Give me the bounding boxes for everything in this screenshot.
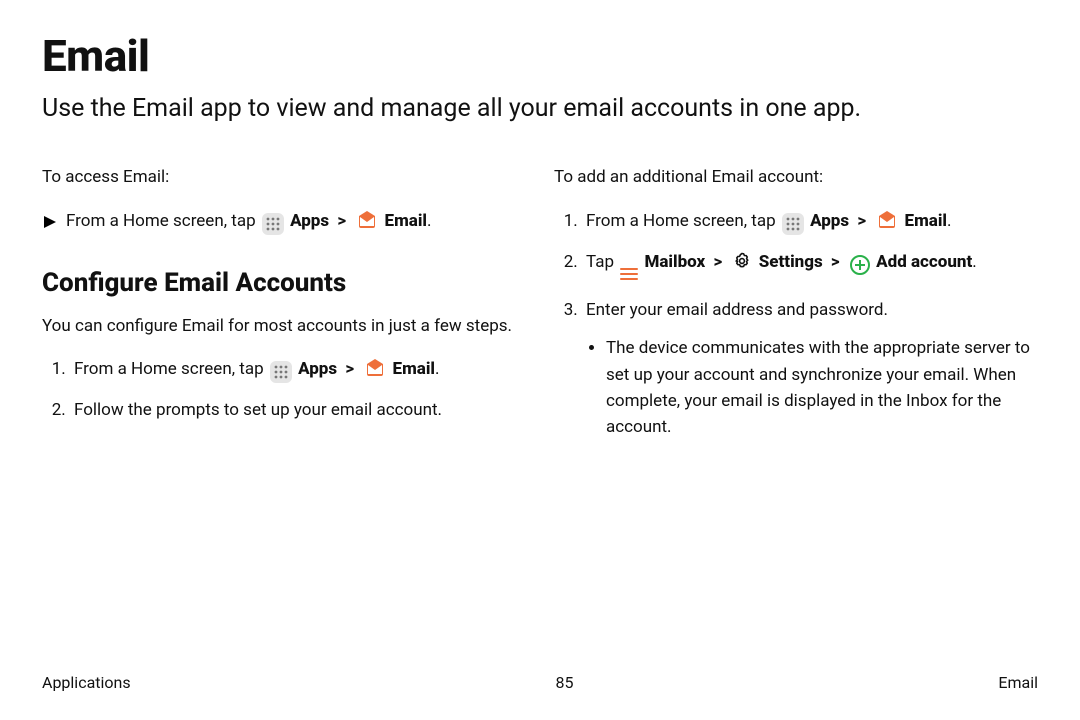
apps-label: Apps xyxy=(290,211,329,231)
footer-page-number: 85 xyxy=(556,673,574,692)
configure-heading: Configure Email Accounts xyxy=(42,263,526,303)
email-icon xyxy=(876,209,898,231)
add-account-label: Add account xyxy=(876,252,972,272)
add-label: To add an additional Email account: xyxy=(554,164,1038,190)
add-step-3: Enter your email address and password. T… xyxy=(582,297,1038,441)
add-step-3-sublist: The device communicates with the appropr… xyxy=(586,335,1038,440)
configure-steps: From a Home screen, tap Apps > Email. xyxy=(42,356,526,423)
triangle-bullet-icon xyxy=(44,216,56,228)
left-column: To access Email: From a Home screen, tap… xyxy=(42,164,526,455)
access-step-text: From a Home screen, tap Apps > Email. xyxy=(66,208,432,235)
columns: To access Email: From a Home screen, tap… xyxy=(42,164,1038,455)
access-label: To access Email: xyxy=(42,164,526,190)
configure-step-1: From a Home screen, tap Apps > Email. xyxy=(70,356,526,383)
apps-icon xyxy=(270,361,292,383)
email-label: Email xyxy=(905,211,947,231)
footer-left: Applications xyxy=(42,673,131,692)
email-label: Email xyxy=(385,211,427,231)
mailbox-icon xyxy=(620,265,638,283)
apps-icon xyxy=(782,213,804,235)
apps-label: Apps xyxy=(810,211,849,231)
add-account-icon xyxy=(850,255,870,275)
page-title: Email xyxy=(42,30,1038,82)
configure-step-2: Follow the prompts to set up your email … xyxy=(70,397,526,423)
settings-label: Settings xyxy=(759,252,823,272)
add-step-2: Tap Mailbox > Settings > Add account. xyxy=(582,249,1038,283)
add-steps: From a Home screen, tap Apps > Email. xyxy=(554,208,1038,441)
lead-text: Use the Email app to view and manage all… xyxy=(42,92,1038,126)
email-icon xyxy=(364,357,386,379)
email-label: Email xyxy=(393,359,435,379)
email-icon xyxy=(356,209,378,231)
right-column: To add an additional Email account: From… xyxy=(554,164,1038,455)
apps-icon xyxy=(262,213,284,235)
settings-icon xyxy=(732,251,752,271)
apps-label: Apps xyxy=(298,359,337,379)
footer-right: Email xyxy=(998,673,1038,692)
configure-body: You can configure Email for most account… xyxy=(42,313,526,339)
mailbox-label: Mailbox xyxy=(644,252,705,272)
footer: Applications 85 Email xyxy=(42,673,1038,692)
page: Email Use the Email app to view and mana… xyxy=(0,0,1080,720)
access-step: From a Home screen, tap Apps > Email. xyxy=(42,208,526,235)
add-step-1: From a Home screen, tap Apps > Email. xyxy=(582,208,1038,235)
add-step-3-sub: The device communicates with the appropr… xyxy=(606,335,1038,440)
